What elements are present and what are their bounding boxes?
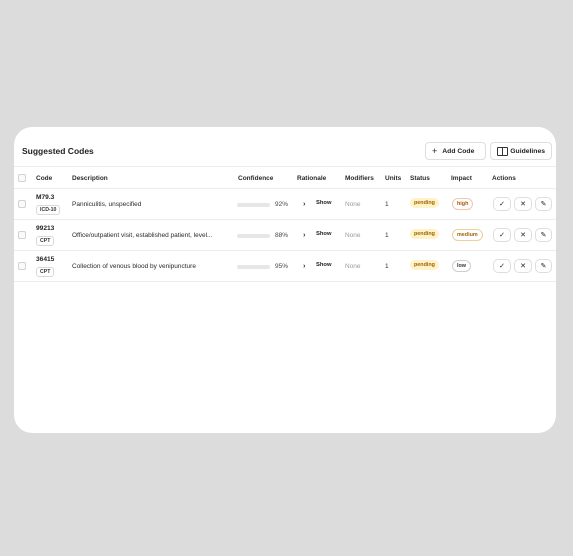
status-badge: pending (410, 260, 439, 270)
column-header-modifiers[interactable]: Modifiers (345, 175, 374, 182)
add-code-button[interactable]: + Add Code (425, 142, 486, 160)
code-type-badge: CPT (36, 267, 55, 277)
modifiers-value: None (345, 232, 361, 239)
code-value: 36415 (36, 256, 55, 263)
close-icon: ✕ (520, 200, 526, 208)
edit-button[interactable]: ✎ (535, 228, 552, 242)
accept-button[interactable]: ✓ (493, 259, 511, 273)
edit-icon: ✎ (540, 200, 547, 208)
select-all-checkbox[interactable] (18, 174, 26, 182)
chevron-right-icon[interactable]: › (303, 199, 306, 208)
impact-badge: medium (452, 229, 483, 241)
add-code-label: Add Code (442, 147, 475, 155)
confidence-value: 92% (275, 201, 289, 208)
column-header-impact[interactable]: Impact (451, 175, 472, 182)
code-value: 99213 (36, 225, 55, 232)
reject-button[interactable]: ✕ (514, 197, 532, 211)
modifiers-value: None (345, 201, 361, 208)
units-value: 1 (385, 263, 389, 270)
status-badge: pending (410, 229, 439, 239)
rationale-show-toggle[interactable]: Show (316, 231, 331, 237)
column-header-confidence[interactable]: Confidence (238, 175, 273, 182)
check-icon: ✓ (499, 262, 505, 270)
edit-button[interactable]: ✎ (535, 197, 552, 211)
row-checkbox[interactable] (18, 231, 26, 239)
code-description: Panniculitis, unspecified (72, 201, 142, 208)
close-icon: ✕ (520, 262, 526, 270)
panel-title: Suggested Codes (22, 146, 94, 156)
impact-badge: low (452, 260, 471, 272)
units-value: 1 (385, 232, 389, 239)
code-type-badge: CPT (36, 236, 55, 246)
suggested-codes-panel: Suggested Codes + Add Code Guidelines Co… (14, 127, 556, 433)
check-icon: ✓ (499, 200, 505, 208)
column-header-description[interactable]: Description (72, 175, 108, 182)
book-icon (497, 147, 509, 156)
column-header-status[interactable]: Status (410, 175, 430, 182)
code-description: Collection of venous blood by venipunctu… (72, 263, 196, 270)
confidence-bar (237, 234, 270, 238)
confidence-value: 95% (275, 263, 289, 270)
chevron-right-icon[interactable]: › (303, 261, 306, 270)
guidelines-button[interactable]: Guidelines (490, 142, 552, 160)
column-header-units[interactable]: Units (385, 175, 401, 182)
confidence-value: 88% (275, 232, 289, 239)
status-badge: pending (410, 198, 439, 208)
column-header-actions: Actions (492, 175, 516, 182)
column-header-rationale[interactable]: Rationale (297, 175, 326, 182)
panel-header: Suggested Codes + Add Code Guidelines (14, 135, 556, 167)
units-value: 1 (385, 201, 389, 208)
table-row: M79.3 ICD-10 Panniculitis, unspecified 9… (14, 189, 556, 220)
impact-badge: high (452, 198, 474, 210)
reject-button[interactable]: ✕ (514, 259, 532, 273)
confidence-bar (237, 265, 270, 269)
table-row: 99213 CPT Office/outpatient visit, estab… (14, 220, 556, 251)
rationale-show-toggle[interactable]: Show (316, 200, 331, 206)
plus-icon: + (432, 145, 438, 156)
guidelines-label: Guidelines (510, 147, 545, 155)
table-header: Code Description Confidence Rationale Mo… (14, 168, 556, 189)
table-row: 36415 CPT Collection of venous blood by … (14, 251, 556, 282)
close-icon: ✕ (520, 231, 526, 239)
reject-button[interactable]: ✕ (514, 228, 532, 242)
accept-button[interactable]: ✓ (493, 228, 511, 242)
chevron-right-icon[interactable]: › (303, 230, 306, 239)
confidence-bar (237, 203, 270, 207)
code-value: M79.3 (36, 194, 55, 201)
code-type-badge: ICD-10 (36, 205, 61, 215)
accept-button[interactable]: ✓ (493, 197, 511, 211)
edit-button[interactable]: ✎ (535, 259, 552, 273)
row-checkbox[interactable] (18, 200, 26, 208)
code-description: Office/outpatient visit, established pat… (72, 232, 213, 239)
edit-icon: ✎ (540, 262, 547, 270)
row-checkbox[interactable] (18, 262, 26, 270)
check-icon: ✓ (499, 231, 505, 239)
rationale-show-toggle[interactable]: Show (316, 262, 331, 268)
modifiers-value: None (345, 263, 361, 270)
column-header-code[interactable]: Code (36, 175, 52, 182)
edit-icon: ✎ (540, 231, 547, 239)
